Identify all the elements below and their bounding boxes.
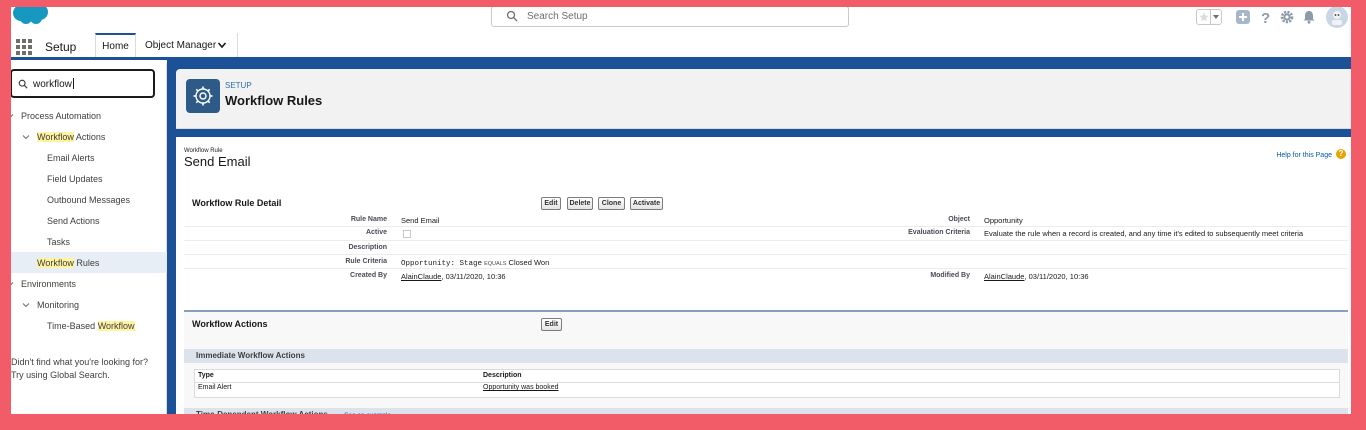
setup-sidebar: workflow Process Automation Workflow Act… xyxy=(0,63,167,430)
modified-by-value: AlainClaude, 03/11/2020, 10:36 xyxy=(984,272,1089,281)
tree-item-outbound-messages[interactable]: Outbound Messages xyxy=(47,192,130,208)
tab-object-manager-label: Object Manager xyxy=(145,39,217,51)
tree-item-send-actions[interactable]: Send Actions xyxy=(47,213,100,229)
setup-gear-icon[interactable] xyxy=(1276,6,1298,28)
workflow-rule-detail-section: Workflow Rule Detail Edit Delete Clone A… xyxy=(184,192,1348,289)
tree-item-field-updates[interactable]: Field Updates xyxy=(47,171,103,187)
tree-item-email-alerts[interactable]: Email Alerts xyxy=(47,150,95,166)
immediate-actions-table: Type Description Email Alert Opportunity… xyxy=(194,369,1340,398)
search-icon xyxy=(18,79,28,89)
detail-row-description: Description xyxy=(184,241,1348,255)
detail-row-criteria: Rule Criteria Opportunity: Stage EQUALS … xyxy=(184,255,1348,269)
object-label: Object xyxy=(948,216,970,223)
app-nav-bar: Setup Home Object Manager xyxy=(0,33,1366,60)
table-row-type: Email Alert xyxy=(198,384,232,391)
created-by-label: Created By xyxy=(350,272,387,279)
tree-item-environments[interactable]: Environments xyxy=(6,276,76,292)
help-line-2: Try using Global Search. xyxy=(11,370,110,380)
tree-item-workflow-actions[interactable]: Workflow Actions xyxy=(22,129,105,145)
page-title: Workflow Rules xyxy=(225,93,323,108)
quick-find-value: workflow xyxy=(33,78,74,90)
user-avatar[interactable] xyxy=(1326,6,1348,28)
activate-button[interactable]: Activate xyxy=(630,197,663,210)
sidebar-help-message: Didn't find what you're looking for? Try… xyxy=(11,356,148,382)
notifications-bell-icon[interactable] xyxy=(1298,6,1320,28)
favorites-star-icon[interactable] xyxy=(1196,9,1210,25)
tree-item-tasks[interactable]: Tasks xyxy=(47,234,70,250)
help-icon[interactable]: ? xyxy=(1254,6,1276,28)
created-by-user-link[interactable]: AlainClaude xyxy=(401,272,441,281)
description-label: Description xyxy=(348,244,387,251)
workflow-rules-icon xyxy=(186,79,220,113)
created-by-value: AlainClaude, 03/11/2020, 10:36 xyxy=(401,272,506,281)
rule-name-value: Send Email xyxy=(401,216,440,225)
active-checkbox xyxy=(403,230,411,238)
evaluation-criteria-value: Evaluate the rule when a record is creat… xyxy=(984,229,1304,238)
actions-edit-button[interactable]: Edit xyxy=(541,318,562,331)
header-icons: ? xyxy=(1196,5,1348,29)
page-eyebrow[interactable]: SETUP xyxy=(225,81,252,90)
help-question-icon[interactable]: ? xyxy=(1336,149,1346,159)
search-placeholder: Search Setup xyxy=(527,11,588,22)
global-header: Search Setup ? xyxy=(0,0,1366,33)
see-an-example-link[interactable]: See an example xyxy=(344,412,391,419)
detail-row-created: Created By AlainClaude, 03/11/2020, 10:3… xyxy=(184,269,1348,283)
chevron-down-icon[interactable] xyxy=(6,112,14,120)
setup-search-input[interactable]: Search Setup xyxy=(491,6,849,27)
rule-criteria-value: Opportunity: Stage EQUALS Closed Won xyxy=(401,258,550,268)
tree-item-monitoring[interactable]: Monitoring xyxy=(22,297,79,313)
page-header: SETUP Workflow Rules xyxy=(176,69,1354,129)
chevron-down-icon[interactable] xyxy=(22,301,30,309)
rule-name-label: Rule Name xyxy=(350,216,387,223)
app-launcher-icon[interactable] xyxy=(16,39,32,55)
modified-by-user-link[interactable]: AlainClaude xyxy=(984,272,1024,281)
tree-item-workflow-rules[interactable]: Workflow Rules xyxy=(37,255,99,271)
active-label: Active xyxy=(365,229,387,236)
chevron-down-icon[interactable] xyxy=(6,280,14,288)
section-title-detail: Workflow Rule Detail xyxy=(192,198,282,208)
column-header-type: Type xyxy=(198,372,214,379)
tree-item-time-based-workflow[interactable]: Time-Based Workflow xyxy=(47,318,135,334)
workflow-actions-section: Workflow Actions Edit Immediate Workflow… xyxy=(184,310,1348,430)
global-actions-plus-icon[interactable] xyxy=(1232,6,1254,28)
svg-text:?: ? xyxy=(1261,10,1270,25)
chevron-down-icon[interactable] xyxy=(22,133,30,141)
clone-button[interactable]: Clone xyxy=(598,197,625,210)
time-dependent-actions-header: Time-Dependent Workflow Actions See an e… xyxy=(184,408,1348,422)
tree-item-process-automation[interactable]: Process Automation xyxy=(6,108,101,124)
rule-criteria-label: Rule Criteria xyxy=(345,258,387,265)
object-value: Opportunity xyxy=(984,216,1023,225)
modified-by-label: Modified By xyxy=(930,272,970,279)
delete-button[interactable]: Delete xyxy=(567,197,593,210)
table-row-description-link[interactable]: Opportunity was booked xyxy=(483,384,559,391)
search-icon xyxy=(506,10,518,22)
favorites-group xyxy=(1196,9,1222,25)
section-title-actions: Workflow Actions xyxy=(192,319,268,329)
favorites-dropdown-icon[interactable] xyxy=(1210,9,1222,25)
record-content: Workflow Rule Send Email Help for this P… xyxy=(176,137,1354,430)
salesforce-logo[interactable] xyxy=(10,0,50,28)
edit-button[interactable]: Edit xyxy=(541,197,561,210)
tab-object-manager[interactable]: Object Manager xyxy=(137,33,238,57)
record-name: Send Email xyxy=(184,154,251,169)
help-for-this-page-link[interactable]: Help for this Page xyxy=(1276,152,1332,159)
help-line-1: Didn't find what you're looking for? xyxy=(11,357,149,367)
quick-find-input[interactable]: workflow xyxy=(10,69,155,98)
detail-row-name: Rule Name Send Email Object Opportunity xyxy=(184,213,1348,227)
immediate-actions-header: Immediate Workflow Actions xyxy=(184,349,1348,363)
detail-row-active: Active Evaluation Criteria Evaluate the … xyxy=(184,227,1348,241)
evaluation-criteria-label: Evaluation Criteria xyxy=(908,229,970,236)
chevron-down-icon[interactable] xyxy=(217,40,227,50)
column-header-description: Description xyxy=(483,372,522,379)
tab-home[interactable]: Home xyxy=(95,33,136,57)
app-name: Setup xyxy=(45,40,77,54)
